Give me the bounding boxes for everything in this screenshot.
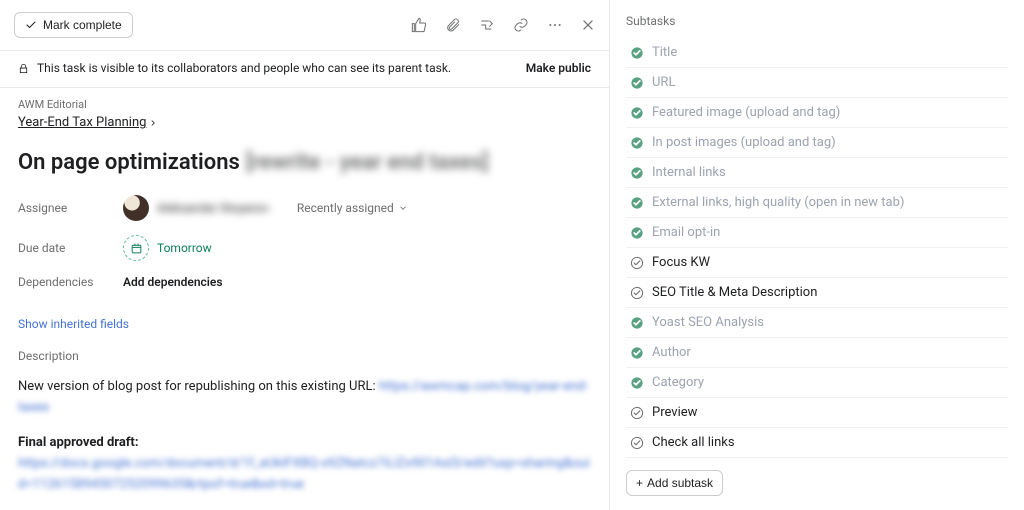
subtask-label: Featured image (upload and tag): [652, 105, 840, 120]
lock-icon: [18, 63, 29, 74]
add-subtask-button[interactable]: + Add subtask: [626, 470, 723, 496]
mark-complete-button[interactable]: Mark complete: [14, 12, 133, 38]
parent-task-link[interactable]: Year-End Tax Planning: [18, 115, 158, 130]
dependencies-label: Dependencies: [18, 275, 123, 289]
check-complete-icon[interactable]: [630, 76, 644, 90]
paperclip-icon: [445, 17, 461, 33]
check-open-icon[interactable]: [630, 406, 644, 420]
dependencies-field: Dependencies Add dependencies: [18, 275, 591, 289]
subtask-row[interactable]: Yoast SEO Analysis: [626, 308, 1008, 338]
check-complete-icon[interactable]: [630, 346, 644, 360]
description-label: Description: [18, 349, 591, 363]
task-title[interactable]: On page optimizations [rewrite - year en…: [18, 150, 591, 175]
task-toolbar: Mark complete: [0, 0, 609, 51]
task-title-main: On page optimizations: [18, 150, 240, 175]
subtask-icon: [479, 17, 495, 33]
subtask-label: Focus KW: [652, 255, 710, 270]
subtask-row[interactable]: In post images (upload and tag): [626, 128, 1008, 158]
subtask-row[interactable]: Author: [626, 338, 1008, 368]
calendar-icon: [123, 235, 149, 261]
subtask-label: Yoast SEO Analysis: [652, 315, 764, 330]
plus-icon: +: [636, 476, 643, 490]
desc-draft-link[interactable]: https://docs.google.com/document/d/1f_eU…: [18, 456, 590, 492]
visibility-bar: This task is visible to its collaborator…: [0, 51, 609, 88]
check-icon: [25, 19, 37, 31]
thumbs-up-icon: [411, 17, 427, 33]
due-date-label: Due date: [18, 241, 123, 255]
subtask-label: External links, high quality (open in ne…: [652, 195, 904, 210]
subtasks-pane: Subtasks Title URL Featured image (upload …: [610, 0, 1024, 510]
add-subtask-label: Add subtask: [647, 476, 713, 490]
recently-assigned-dropdown[interactable]: Recently assigned: [297, 201, 408, 215]
subtask-button[interactable]: [479, 17, 495, 33]
subtask-row[interactable]: Category: [626, 368, 1008, 398]
due-date-value[interactable]: Tomorrow: [123, 235, 212, 261]
due-date-field: Due date Tomorrow: [18, 235, 591, 261]
subtask-label: In post images (upload and tag): [652, 135, 836, 150]
check-complete-icon[interactable]: [630, 196, 644, 210]
attachment-button[interactable]: [445, 17, 461, 33]
subtask-label: Title: [652, 45, 677, 60]
subtask-row[interactable]: SEO Title & Meta Description: [626, 278, 1008, 308]
subtask-label: Internal links: [652, 165, 726, 180]
subtask-row[interactable]: URL: [626, 68, 1008, 98]
add-dependencies-button[interactable]: Add dependencies: [123, 275, 223, 289]
close-button[interactable]: [581, 18, 595, 32]
assignee-name: Aleksandar Stoyanov: [157, 201, 269, 215]
subtask-row[interactable]: Title: [626, 38, 1008, 68]
check-complete-icon[interactable]: [630, 316, 644, 330]
subtask-row[interactable]: Preview: [626, 398, 1008, 428]
more-button[interactable]: [547, 17, 563, 33]
subtasks-header: Subtasks: [626, 14, 1008, 32]
subtask-row[interactable]: Internal links: [626, 158, 1008, 188]
check-complete-icon[interactable]: [630, 46, 644, 60]
description-body[interactable]: New version of blog post for republishin…: [18, 377, 591, 495]
subtask-row[interactable]: External links, high quality (open in ne…: [626, 188, 1008, 218]
subtask-label: Category: [652, 375, 704, 390]
project-name[interactable]: AWM Editorial: [18, 98, 591, 111]
check-complete-icon[interactable]: [630, 106, 644, 120]
assignee-value[interactable]: Aleksandar Stoyanov: [123, 195, 269, 221]
subtask-label: Preview: [652, 405, 697, 420]
like-button[interactable]: [411, 17, 427, 33]
desc-draft-heading: Final approved draft:: [18, 433, 591, 454]
desc-line1-text: New version of blog post for republishin…: [18, 379, 379, 394]
subtask-row[interactable]: Email opt-in: [626, 218, 1008, 248]
avatar: [123, 195, 149, 221]
due-date-text: Tomorrow: [157, 241, 212, 255]
assignee-field: Assignee Aleksandar Stoyanov Recently as…: [18, 195, 591, 221]
subtask-label: Author: [652, 345, 691, 360]
link-icon: [513, 17, 529, 33]
check-complete-icon[interactable]: [630, 376, 644, 390]
subtask-label: SEO Title & Meta Description: [652, 285, 817, 300]
check-open-icon[interactable]: [630, 286, 644, 300]
check-open-icon[interactable]: [630, 436, 644, 450]
make-public-button[interactable]: Make public: [526, 61, 591, 75]
subtask-label: Email opt-in: [652, 225, 720, 240]
subtask-row[interactable]: Focus KW: [626, 248, 1008, 278]
parent-task-label: Year-End Tax Planning: [18, 115, 146, 130]
subtask-row[interactable]: Featured image (upload and tag): [626, 98, 1008, 128]
more-horizontal-icon: [547, 17, 563, 33]
check-complete-icon[interactable]: [630, 226, 644, 240]
check-open-icon[interactable]: [630, 256, 644, 270]
chevron-down-icon: [398, 203, 408, 213]
check-complete-icon[interactable]: [630, 166, 644, 180]
show-inherited-fields-link[interactable]: Show inherited fields: [18, 317, 129, 331]
task-title-suffix: [rewrite - year end taxes]: [246, 150, 489, 175]
subtask-label: URL: [652, 75, 675, 90]
check-complete-icon[interactable]: [630, 136, 644, 150]
subtask-row[interactable]: Check all links: [626, 428, 1008, 458]
toolbar-actions: [411, 17, 595, 33]
mark-complete-label: Mark complete: [43, 18, 122, 32]
task-detail-pane: Mark complete: [0, 0, 610, 510]
link-button[interactable]: [513, 17, 529, 33]
chevron-right-icon: [148, 118, 158, 128]
assignee-label: Assignee: [18, 201, 123, 215]
subtask-list: Title URL Featured image (upload and tag) I…: [626, 38, 1008, 458]
task-content: AWM Editorial Year-End Tax Planning On p…: [0, 88, 609, 510]
visibility-message: This task is visible to its collaborator…: [37, 61, 451, 75]
close-icon: [581, 18, 595, 32]
subtask-label: Check all links: [652, 435, 735, 450]
